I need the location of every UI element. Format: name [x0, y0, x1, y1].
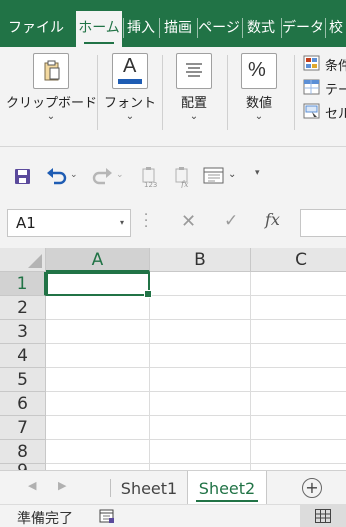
sheet-tab-sheet1[interactable]: Sheet1: [112, 471, 186, 504]
row-header-5[interactable]: 5: [0, 368, 46, 392]
undo-dropdown-icon[interactable]: ⌄: [70, 170, 78, 192]
clipboard-group[interactable]: クリップボード ⌄: [6, 47, 98, 137]
enter-icon[interactable]: ✓: [224, 211, 238, 231]
format-as-table-icon: [303, 79, 320, 95]
gridline: [46, 439, 346, 440]
worksheet-grid[interactable]: A B C 1 2 3 4 5 6 7 8 9: [0, 248, 346, 470]
clipboard-icon: [33, 53, 69, 89]
sheet-nav-next-icon[interactable]: ▶: [58, 479, 66, 492]
normal-view-icon: [315, 509, 331, 523]
name-box-value: A1: [16, 214, 36, 232]
format-as-table-label: テー: [325, 83, 346, 98]
insert-function-icon[interactable]: fx: [265, 210, 280, 229]
group-divider: [294, 55, 295, 130]
tab-data[interactable]: データ: [282, 13, 324, 45]
percent-icon: %: [241, 53, 277, 89]
tab-review[interactable]: 校: [326, 13, 346, 45]
chevron-down-icon[interactable]: ▾: [120, 210, 124, 236]
font-group[interactable]: A フォント ⌄: [100, 47, 160, 137]
redo-icon[interactable]: [91, 166, 113, 188]
tab-file[interactable]: ファイル: [6, 13, 66, 45]
clipboard-label: クリップボード: [6, 96, 98, 111]
gridline: [250, 272, 251, 470]
gridline: [46, 343, 346, 344]
group-divider: [227, 55, 228, 130]
name-box[interactable]: A1 ▾: [7, 209, 131, 237]
formula-input[interactable]: [300, 209, 346, 237]
redo-dropdown-icon[interactable]: ⌄: [116, 170, 124, 192]
alignment-label: 配置: [180, 96, 207, 111]
more-icon[interactable]: ▾: [255, 168, 265, 190]
font-label: フォント: [103, 96, 156, 111]
tab-draw[interactable]: 描画: [160, 13, 196, 45]
tab-formulas[interactable]: 数式: [243, 13, 279, 45]
status-text: 準備完了: [17, 511, 73, 527]
undo-icon[interactable]: [46, 166, 68, 188]
print-preview-icon[interactable]: [203, 166, 225, 188]
accessibility-icon[interactable]: [99, 509, 115, 524]
percent-glyph: %: [248, 59, 266, 81]
svg-text:123: 123: [144, 181, 157, 188]
gridline: [46, 391, 346, 392]
svg-text:fx: fx: [180, 180, 189, 188]
add-sheet-icon[interactable]: +: [302, 478, 322, 498]
paste-values-icon[interactable]: 123: [141, 166, 159, 189]
sheet-tab-bar: ◀ ▶ Sheet1 Sheet2 +: [0, 470, 346, 504]
chevron-down-icon: ⌄: [254, 111, 264, 122]
gridline: [46, 367, 346, 368]
formula-bar-resize-handle[interactable]: · · ·: [144, 209, 148, 234]
ribbon-home: クリップボード ⌄ A フォント ⌄ 配置 ⌄ % 数値 ⌄ 条件 テー セル: [0, 47, 346, 147]
group-divider: [162, 55, 163, 130]
align-icon: [176, 53, 212, 89]
paste-formulas-icon[interactable]: fx: [174, 166, 192, 189]
row-header-6[interactable]: 6: [0, 392, 46, 416]
font-glyph: A: [123, 55, 137, 77]
ribbon-tab-bar: ファイル ホーム 挿入 描画 ページ 数式 データ 校: [0, 0, 346, 47]
alignment-group[interactable]: 配置 ⌄: [164, 47, 224, 137]
select-all-button[interactable]: [0, 248, 46, 272]
sheet-nav-prev-icon[interactable]: ◀: [28, 479, 36, 492]
row-header-3[interactable]: 3: [0, 320, 46, 344]
sheet-tab-sheet2[interactable]: Sheet2: [187, 471, 267, 504]
customize-dropdown-icon[interactable]: ⌄: [228, 169, 238, 191]
tab-page-layout[interactable]: ページ: [198, 13, 240, 45]
group-divider: [97, 55, 98, 130]
cell-styles-icon: [303, 103, 320, 119]
gridline: [46, 319, 346, 320]
formula-bar: A1 ▾ · · · ✕ ✓ fx: [0, 202, 346, 242]
tab-home[interactable]: ホーム: [76, 11, 122, 47]
font-color-icon: A: [112, 53, 148, 89]
conditional-format-icon: [303, 55, 320, 71]
tab-insert[interactable]: 挿入: [124, 13, 158, 45]
gridline: [46, 463, 346, 464]
number-label: 数値: [245, 96, 272, 111]
row-header-4[interactable]: 4: [0, 344, 46, 368]
gridline: [46, 415, 346, 416]
cancel-icon[interactable]: ✕: [181, 211, 196, 232]
chevron-down-icon: ⌄: [189, 111, 199, 122]
row-header-1[interactable]: 1: [0, 272, 46, 296]
quick-access-toolbar: ⌄ ⌄ 123 fx ⌄ ▾: [0, 160, 346, 194]
chevron-down-icon: ⌄: [125, 111, 135, 122]
normal-view-button[interactable]: [300, 505, 346, 527]
chevron-down-icon: ⌄: [46, 111, 56, 122]
row-header-2[interactable]: 2: [0, 296, 46, 320]
row-header-7[interactable]: 7: [0, 416, 46, 440]
column-header-a[interactable]: A: [46, 248, 150, 272]
column-header-c[interactable]: C: [251, 248, 346, 272]
number-group[interactable]: % 数値 ⌄: [229, 47, 289, 137]
active-cell-a1[interactable]: [46, 272, 152, 298]
font-color-bar: [118, 79, 142, 84]
tab-divider: [110, 479, 111, 497]
save-icon[interactable]: [14, 166, 32, 188]
conditional-format-label: 条件: [325, 59, 346, 74]
gridline: [149, 272, 150, 470]
status-bar: 準備完了: [0, 504, 346, 527]
cell-styles-label: セル: [325, 107, 346, 122]
column-header-b[interactable]: B: [150, 248, 251, 272]
